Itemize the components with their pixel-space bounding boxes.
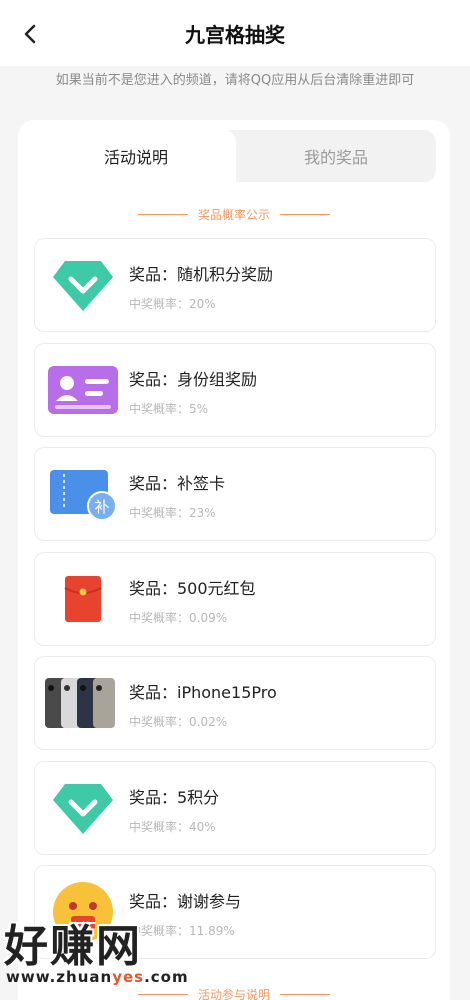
list-item: 奖品：iPhone15Pro 中奖概率：0.02%	[34, 656, 436, 750]
prize-rate: 中奖概率：40%	[129, 819, 216, 834]
red-envelope-icon	[64, 575, 102, 622]
divider-line	[280, 214, 330, 215]
watermark-url-highlight: yes	[112, 968, 145, 986]
green-diamond-icon	[53, 261, 113, 311]
svg-text:补: 补	[94, 498, 109, 516]
hint-text: 如果当前不是您进入的频道，请将QQ应用从后台清除重进即可	[55, 73, 415, 88]
divider-line	[137, 214, 188, 215]
prize-image	[45, 253, 121, 317]
chevron-left-icon	[24, 24, 36, 44]
content-card: 活动说明 我的奖品 奖品概率公示 奖品：随机积分奖励 中奖概率：20% 奖品：身…	[18, 120, 450, 1000]
list-item: 奖品：500元红包 中奖概率：0.09%	[34, 551, 436, 646]
prize-rate: 中奖概率：23%	[129, 506, 216, 520]
top-bar: 九宫格抽奖	[0, 0, 470, 66]
tab-my-prizes[interactable]: 我的奖品	[236, 130, 436, 182]
makeup-card-icon: 补	[50, 470, 117, 521]
back-button[interactable]	[14, 17, 48, 51]
watermark-url: www.zhuanyes.com	[6, 968, 189, 986]
watermark-url-prefix: www.zhuan	[6, 968, 113, 986]
page-title: 九宫格抽奖	[185, 22, 285, 47]
prize-image	[45, 671, 121, 735]
tab-activity-info[interactable]: 活动说明	[36, 130, 236, 182]
list-item: 奖品：随机积分奖励 中奖概率：20%	[34, 238, 436, 332]
section-title-text: 奖品概率公示	[197, 208, 270, 222]
prize-list: 奖品：随机积分奖励 中奖概率：20% 奖品：身份组奖励 中奖概率：5% 补 奖品…	[34, 238, 436, 970]
prize-rate: 中奖概率：0.02%	[129, 715, 228, 729]
prize-name: 奖品：随机积分奖励	[129, 265, 274, 284]
prize-name: 奖品：500元红包	[129, 578, 256, 598]
section-prize-probability: 奖品概率公示	[18, 206, 450, 223]
prize-name: 奖品：身份组奖励	[129, 369, 258, 389]
list-item: 补 奖品：补签卡 中奖概率：23%	[34, 447, 436, 541]
prize-name: 奖品：补签卡	[129, 474, 226, 493]
prize-image	[45, 358, 121, 422]
watermark-logo: 好赚网 www.zhuanyes.com	[0, 910, 200, 1000]
prize-rate: 中奖概率：0.09%	[129, 610, 228, 625]
section-title-text: 活动参与说明	[197, 988, 270, 1000]
green-diamond-icon	[53, 783, 113, 834]
prize-rate: 中奖概率：20%	[129, 297, 216, 311]
list-item: 奖品：身份组奖励 中奖概率：5%	[34, 342, 436, 437]
iphone-icon	[45, 678, 115, 728]
prize-image: 补	[45, 462, 121, 526]
prize-name: 奖品：iPhone15Pro	[129, 683, 277, 702]
id-card-icon	[48, 365, 118, 414]
tab-bar: 活动说明 我的奖品	[36, 130, 436, 182]
prize-name: 奖品：谢谢参与	[129, 892, 242, 911]
list-item: 奖品：5积分 中奖概率：40%	[34, 760, 436, 855]
watermark-text: 好赚网	[4, 921, 142, 972]
prize-image	[45, 567, 121, 631]
divider-line	[280, 994, 330, 995]
prize-image	[45, 776, 121, 840]
prize-name: 奖品：5积分	[129, 787, 220, 807]
watermark-url-suffix: .com	[144, 968, 189, 986]
prize-rate: 中奖概率：5%	[129, 401, 209, 416]
